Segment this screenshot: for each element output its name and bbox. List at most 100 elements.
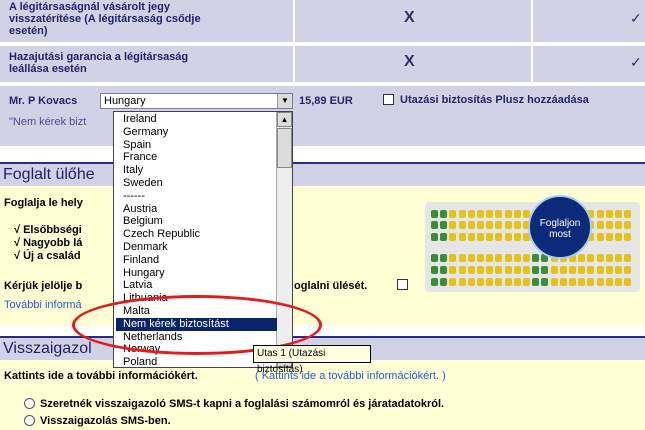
plus-insurance-label: Utazási biztosítás Plusz hozzáadása — [400, 94, 589, 106]
dropdown-option[interactable]: Italy — [123, 164, 143, 177]
sms-only-label: Visszaigazolás SMS-ben. — [40, 415, 171, 427]
seat — [440, 266, 448, 274]
seat — [486, 278, 494, 286]
seat — [495, 254, 503, 262]
seat — [559, 266, 567, 274]
seat — [513, 266, 521, 274]
seat — [467, 210, 475, 218]
seat — [513, 278, 521, 286]
seat — [624, 278, 632, 286]
scroll-thumb[interactable] — [277, 128, 292, 168]
seat — [477, 221, 484, 229]
seat — [605, 221, 613, 229]
seat-more-info-link[interactable]: További informá — [4, 299, 82, 311]
country-select-value: Hungary — [104, 95, 146, 107]
seat — [596, 210, 604, 218]
seat — [615, 266, 622, 274]
seat — [596, 254, 604, 262]
seat — [559, 278, 567, 286]
seat — [495, 221, 503, 229]
seat — [449, 210, 457, 218]
seat — [605, 278, 613, 286]
book-now-badge[interactable]: Foglaljon most — [528, 195, 592, 259]
dropdown-option[interactable]: Hungary — [123, 267, 165, 280]
seat — [495, 210, 503, 218]
insurance-row-label: Hazajutási garancia a légitársaság leáll… — [9, 51, 189, 75]
insurance-row-label: A légitársaságnál vásárolt jegy visszaté… — [9, 1, 201, 37]
plus-insurance-checkbox[interactable] — [383, 94, 394, 105]
seat — [449, 278, 457, 286]
dropdown-option[interactable]: Spain — [123, 139, 151, 152]
seat — [605, 254, 613, 262]
seat — [587, 278, 595, 286]
seat — [569, 278, 576, 286]
seat — [596, 233, 604, 241]
seat — [449, 266, 457, 274]
chevron-down-icon[interactable]: ▼ — [277, 94, 292, 108]
seat — [486, 254, 494, 262]
check-icon: ✓ — [630, 54, 642, 70]
seat — [615, 278, 622, 286]
seat — [615, 254, 622, 262]
seat — [495, 266, 503, 274]
scroll-up-icon[interactable]: ▲ — [277, 112, 292, 127]
dropdown-option[interactable]: Czech Republic — [123, 228, 200, 241]
seat — [467, 233, 475, 241]
seat — [624, 221, 632, 229]
seat — [578, 266, 586, 274]
seat — [605, 266, 613, 274]
insurance-price: 15,89 EUR — [299, 95, 353, 107]
seat — [615, 233, 622, 241]
seat — [532, 254, 540, 262]
seat-consent-text-end: oglalni ülését. — [294, 280, 368, 292]
sms-only-radio[interactable] — [24, 415, 35, 426]
dropdown-option[interactable]: Germany — [123, 126, 168, 139]
seat-section-header: Foglalt ülőhe — [0, 162, 645, 186]
dropdown-option[interactable]: Poland — [123, 356, 157, 369]
dropdown-option[interactable]: Denmark — [123, 241, 168, 254]
seat — [513, 233, 521, 241]
dropdown-option[interactable]: France — [123, 151, 157, 164]
seat — [486, 210, 494, 218]
seat — [615, 210, 622, 218]
dropdown-option[interactable]: Latvia — [123, 279, 152, 292]
seat — [477, 278, 484, 286]
seat — [477, 266, 484, 274]
sms-confirmation-radio[interactable] — [24, 398, 35, 409]
dropdown-option[interactable]: Finland — [123, 254, 159, 267]
seat — [504, 221, 512, 229]
seat — [504, 278, 512, 286]
seat — [467, 278, 475, 286]
seat — [440, 254, 448, 262]
seat — [513, 210, 521, 218]
passenger-name: Mr. P Kovacs — [9, 95, 78, 107]
table-cell-plus: ✓ — [531, 46, 645, 82]
seat — [615, 221, 622, 229]
seat — [504, 233, 512, 241]
seat — [624, 254, 632, 262]
seat — [541, 266, 549, 274]
dropdown-option[interactable]: Austria — [123, 203, 157, 216]
seat-bullet: √ Elsőbbségi — [14, 224, 82, 236]
dropdown-option[interactable]: Belgium — [123, 215, 163, 228]
seat — [541, 278, 549, 286]
country-select[interactable]: Hungary ▼ — [100, 93, 293, 109]
seat — [596, 278, 604, 286]
table-cell-basic: X — [293, 46, 531, 82]
seat-section-title: Foglalt ülőhe — [3, 166, 95, 183]
x-icon: X — [404, 53, 415, 70]
seat — [513, 254, 521, 262]
seat — [587, 254, 595, 262]
seat-consent-checkbox[interactable] — [397, 279, 408, 290]
seat — [477, 254, 484, 262]
seat — [440, 233, 448, 241]
dropdown-option[interactable]: Ireland — [123, 113, 157, 126]
seat — [495, 233, 503, 241]
seat — [624, 266, 632, 274]
dropdown-option[interactable]: ------ — [123, 190, 145, 203]
seat — [569, 266, 576, 274]
x-icon: X — [404, 9, 415, 26]
dropdown-option[interactable]: Sweden — [123, 177, 163, 190]
seat — [513, 221, 521, 229]
seat — [467, 266, 475, 274]
